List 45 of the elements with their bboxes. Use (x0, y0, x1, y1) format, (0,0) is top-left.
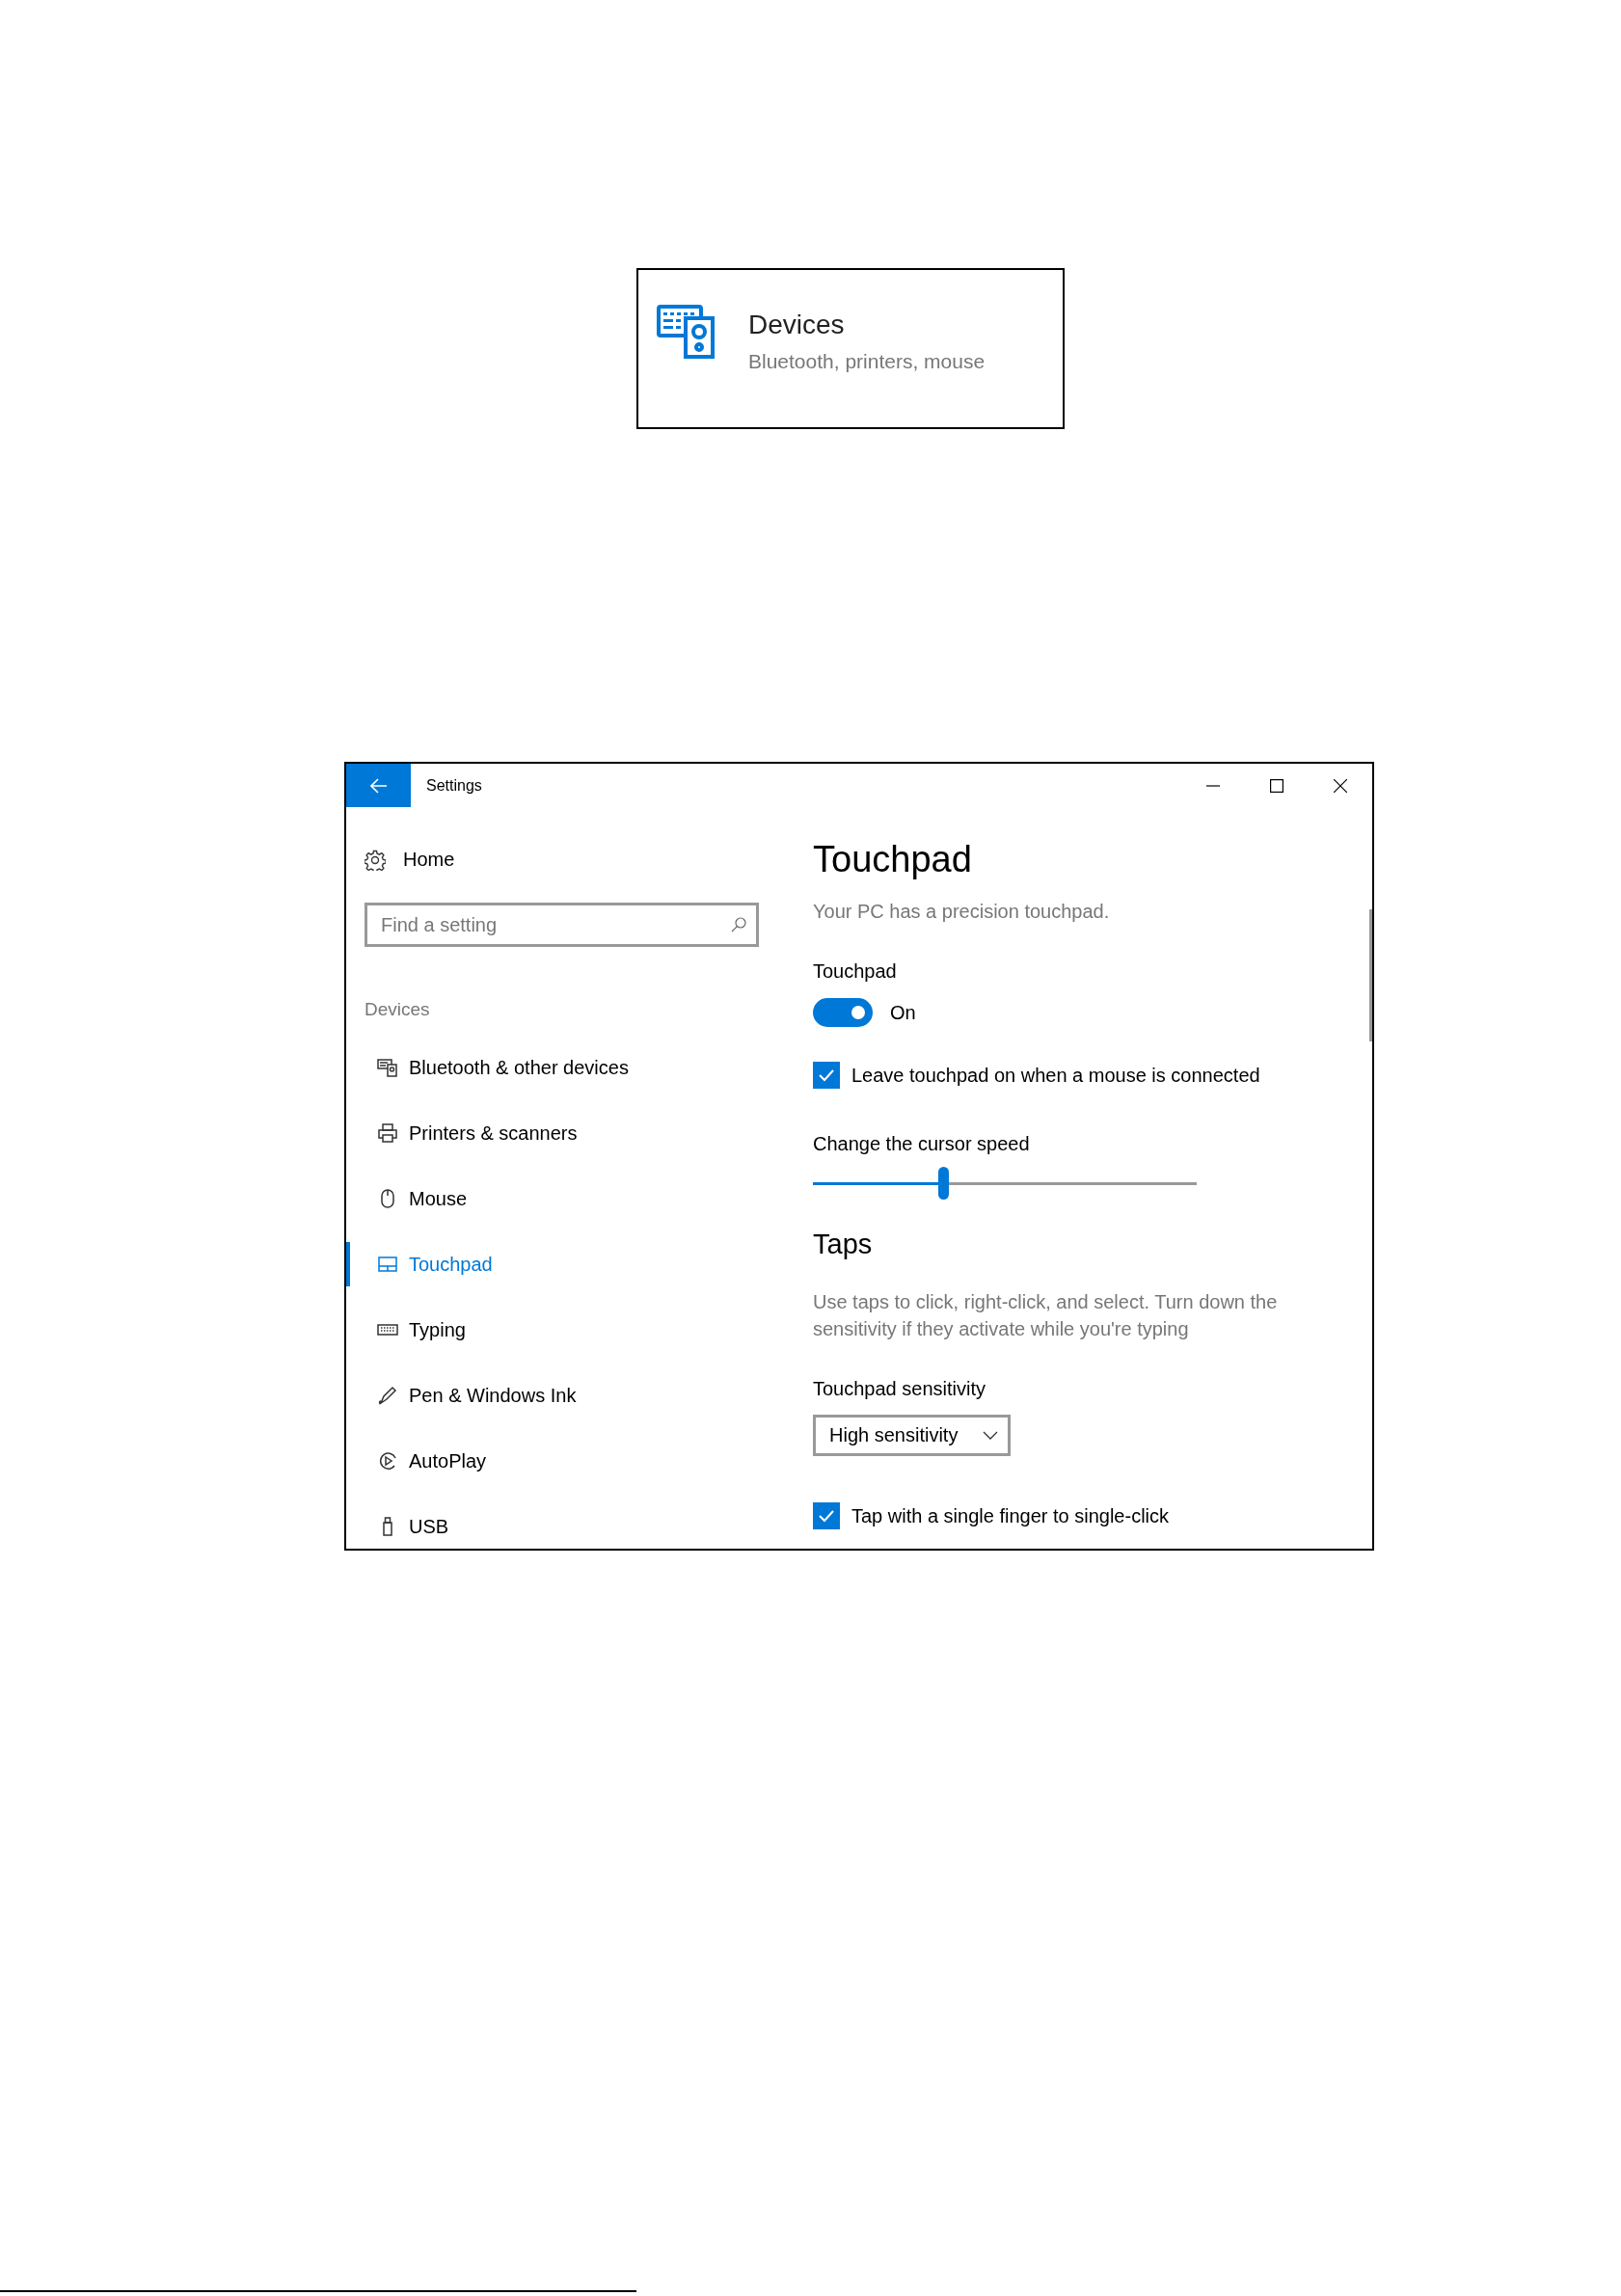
nav-item[interactable]: Printers & scanners (346, 1111, 713, 1155)
setting-label: Touchpad sensitivity (813, 1377, 986, 1400)
section-heading: Taps (813, 1228, 873, 1261)
section-heading: Devices (365, 998, 430, 1021)
home-link[interactable]: Home (365, 846, 455, 874)
play-circle-icon (377, 1450, 398, 1472)
slider-label: Change the cursor speed (813, 1132, 1030, 1155)
pen-icon (377, 1385, 398, 1406)
keyboard-speaker-icon (657, 305, 716, 359)
setting-label: Touchpad (813, 959, 897, 983)
nav-item[interactable]: Typing (346, 1308, 713, 1352)
checkbox[interactable] (813, 1062, 840, 1089)
search-icon (731, 917, 746, 932)
window-title: Settings (426, 776, 483, 795)
section-description: Use taps to click, right-click, and select. Turn down the sensitivity if they activate while you're typing (813, 1290, 1279, 1341)
nav-item[interactable]: USB (346, 1504, 713, 1549)
page-title: Touchpad (813, 838, 972, 881)
back-button[interactable] (346, 764, 411, 807)
toggle-switch[interactable] (813, 998, 873, 1027)
minimize-icon (1206, 784, 1220, 787)
nav-item[interactable]: Bluetooth & other devices (346, 1045, 713, 1090)
nav-item[interactable]: Touchpad (346, 1242, 713, 1286)
chevron-down-icon (983, 1430, 998, 1441)
tile-title: Devices (748, 309, 846, 341)
touchpad-icon (377, 1254, 398, 1275)
settings-icon (365, 849, 386, 871)
nav-item[interactable]: AutoPlay (346, 1439, 713, 1483)
nav-item[interactable]: Mouse (346, 1176, 713, 1221)
tile-subtitle: Bluetooth, printers, mouse (748, 349, 986, 374)
checkbox-label: Tap with a single finger to single-click (851, 1504, 1170, 1527)
checkbox[interactable] (813, 1502, 840, 1529)
page-subtitle: Your PC has a precision touchpad. (813, 900, 1110, 923)
keyboard-speaker-icon (377, 1057, 398, 1078)
checkbox-label: Leave touchpad on when a mouse is connected (851, 1064, 1260, 1087)
maximize-icon (1270, 778, 1283, 793)
devices-tile[interactable]: Devices Bluetooth, printers, mouse (636, 268, 1065, 429)
speed-slider[interactable] (813, 1167, 1197, 1200)
slider-thumb[interactable] (938, 1167, 950, 1200)
search-field[interactable]: Find a setting (365, 903, 759, 947)
back-arrow-icon (369, 777, 388, 794)
close-icon (1334, 778, 1347, 793)
toggle-state: On (890, 1001, 916, 1024)
printer-icon (377, 1122, 398, 1144)
sensitivity-dropdown[interactable]: High sensitivity (813, 1415, 1011, 1456)
nav-item[interactable]: Pen & Windows Ink (346, 1373, 713, 1418)
